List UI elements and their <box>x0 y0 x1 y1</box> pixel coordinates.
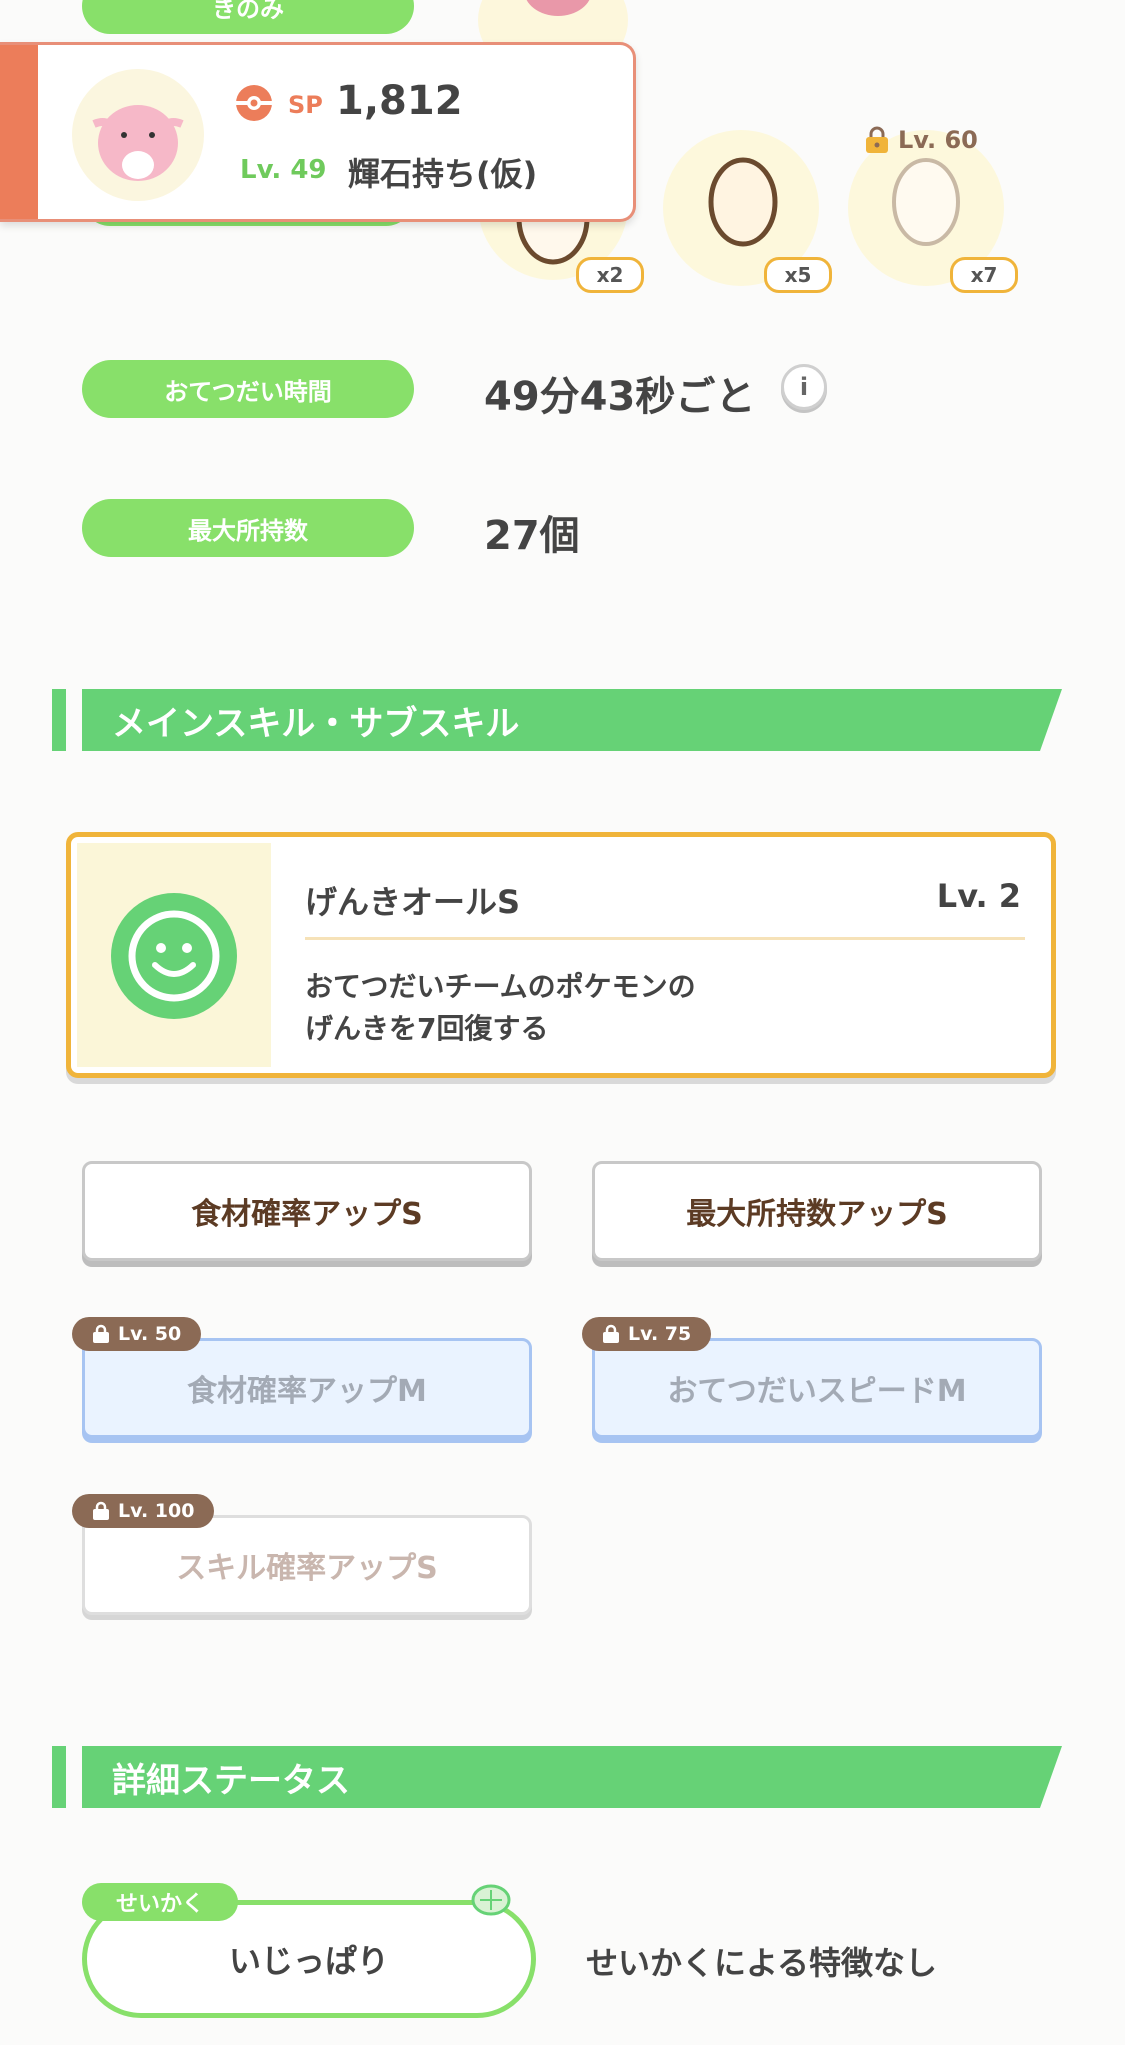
egg-count-badge-2: x5 <box>764 257 832 293</box>
lock-icon <box>603 1324 619 1343</box>
skills-section-header: メインスキル・サブスキル <box>82 689 1062 751</box>
main-skill-card[interactable]: げんきオールS Lv. 2 おてつだいチームのポケモンの げんきを7回復する <box>66 832 1056 1078</box>
main-skill-divider <box>305 937 1025 940</box>
lock-icon <box>866 126 888 153</box>
card-accent-bar <box>0 45 38 219</box>
lock-badge-lv50: Lv. 50 <box>72 1317 202 1351</box>
pokeball-icon <box>234 83 274 127</box>
main-skill-level: Lv. 2 <box>936 877 1021 915</box>
sp-value: 1,812 <box>336 78 463 124</box>
lock-icon <box>93 1501 109 1520</box>
nature-value: いじっぱり <box>228 1942 389 1980</box>
egg-count-badge-3: x7 <box>950 257 1018 293</box>
help-time-value: 49分43秒ごと <box>484 374 756 420</box>
help-time-label: おてつだい時間 <box>82 360 414 418</box>
info-icon[interactable]: i <box>781 364 827 410</box>
lock-icon <box>93 1324 109 1343</box>
main-skill-desc-line1: おてつだいチームのポケモンの <box>305 970 696 1003</box>
sp-label: SP <box>288 91 323 119</box>
nature-leaf-icon <box>466 1878 516 1926</box>
max-carry-label: 最大所持数 <box>82 499 414 557</box>
nature-effect: せいかくによる特徴なし <box>586 1944 938 1982</box>
section-notch-2 <box>52 1746 66 1808</box>
sub-skill-4-locked[interactable]: おてつだいスピードM <box>592 1338 1042 1438</box>
detail-section-header: 詳細ステータス <box>82 1746 1062 1808</box>
egg-count-badge-1: x2 <box>576 257 644 293</box>
sub-skill-5-locked[interactable]: スキル確率アップS <box>82 1515 532 1615</box>
egg-lock-label: Lv. 60 <box>864 126 978 154</box>
lock-badge-lv100: Lv. 100 <box>72 1494 215 1528</box>
sub-skill-2[interactable]: 最大所持数アップS <box>592 1161 1042 1261</box>
nature-tag: せいかく <box>82 1883 238 1921</box>
main-skill-name: げんきオールS <box>305 883 521 921</box>
pokemon-avatar <box>72 69 204 201</box>
max-carry-value: 27個 <box>484 513 580 559</box>
pokemon-level: Lv. 49 <box>240 155 327 185</box>
lock-badge-lv75: Lv. 75 <box>582 1317 712 1351</box>
pokemon-summary-card[interactable]: SP 1,812 Lv. 49 輝石持ち(仮) <box>0 42 636 222</box>
main-skill-desc-line2: げんきを7回復する <box>305 1012 549 1045</box>
smile-icon <box>111 893 237 1019</box>
sub-skill-1[interactable]: 食材確率アップS <box>82 1161 532 1261</box>
partial-stat-label: きのみ <box>82 0 414 34</box>
section-notch <box>52 689 66 751</box>
held-item: 輝石持ち(仮) <box>348 155 538 193</box>
sub-skill-3-locked[interactable]: 食材確率アップM <box>82 1338 532 1438</box>
